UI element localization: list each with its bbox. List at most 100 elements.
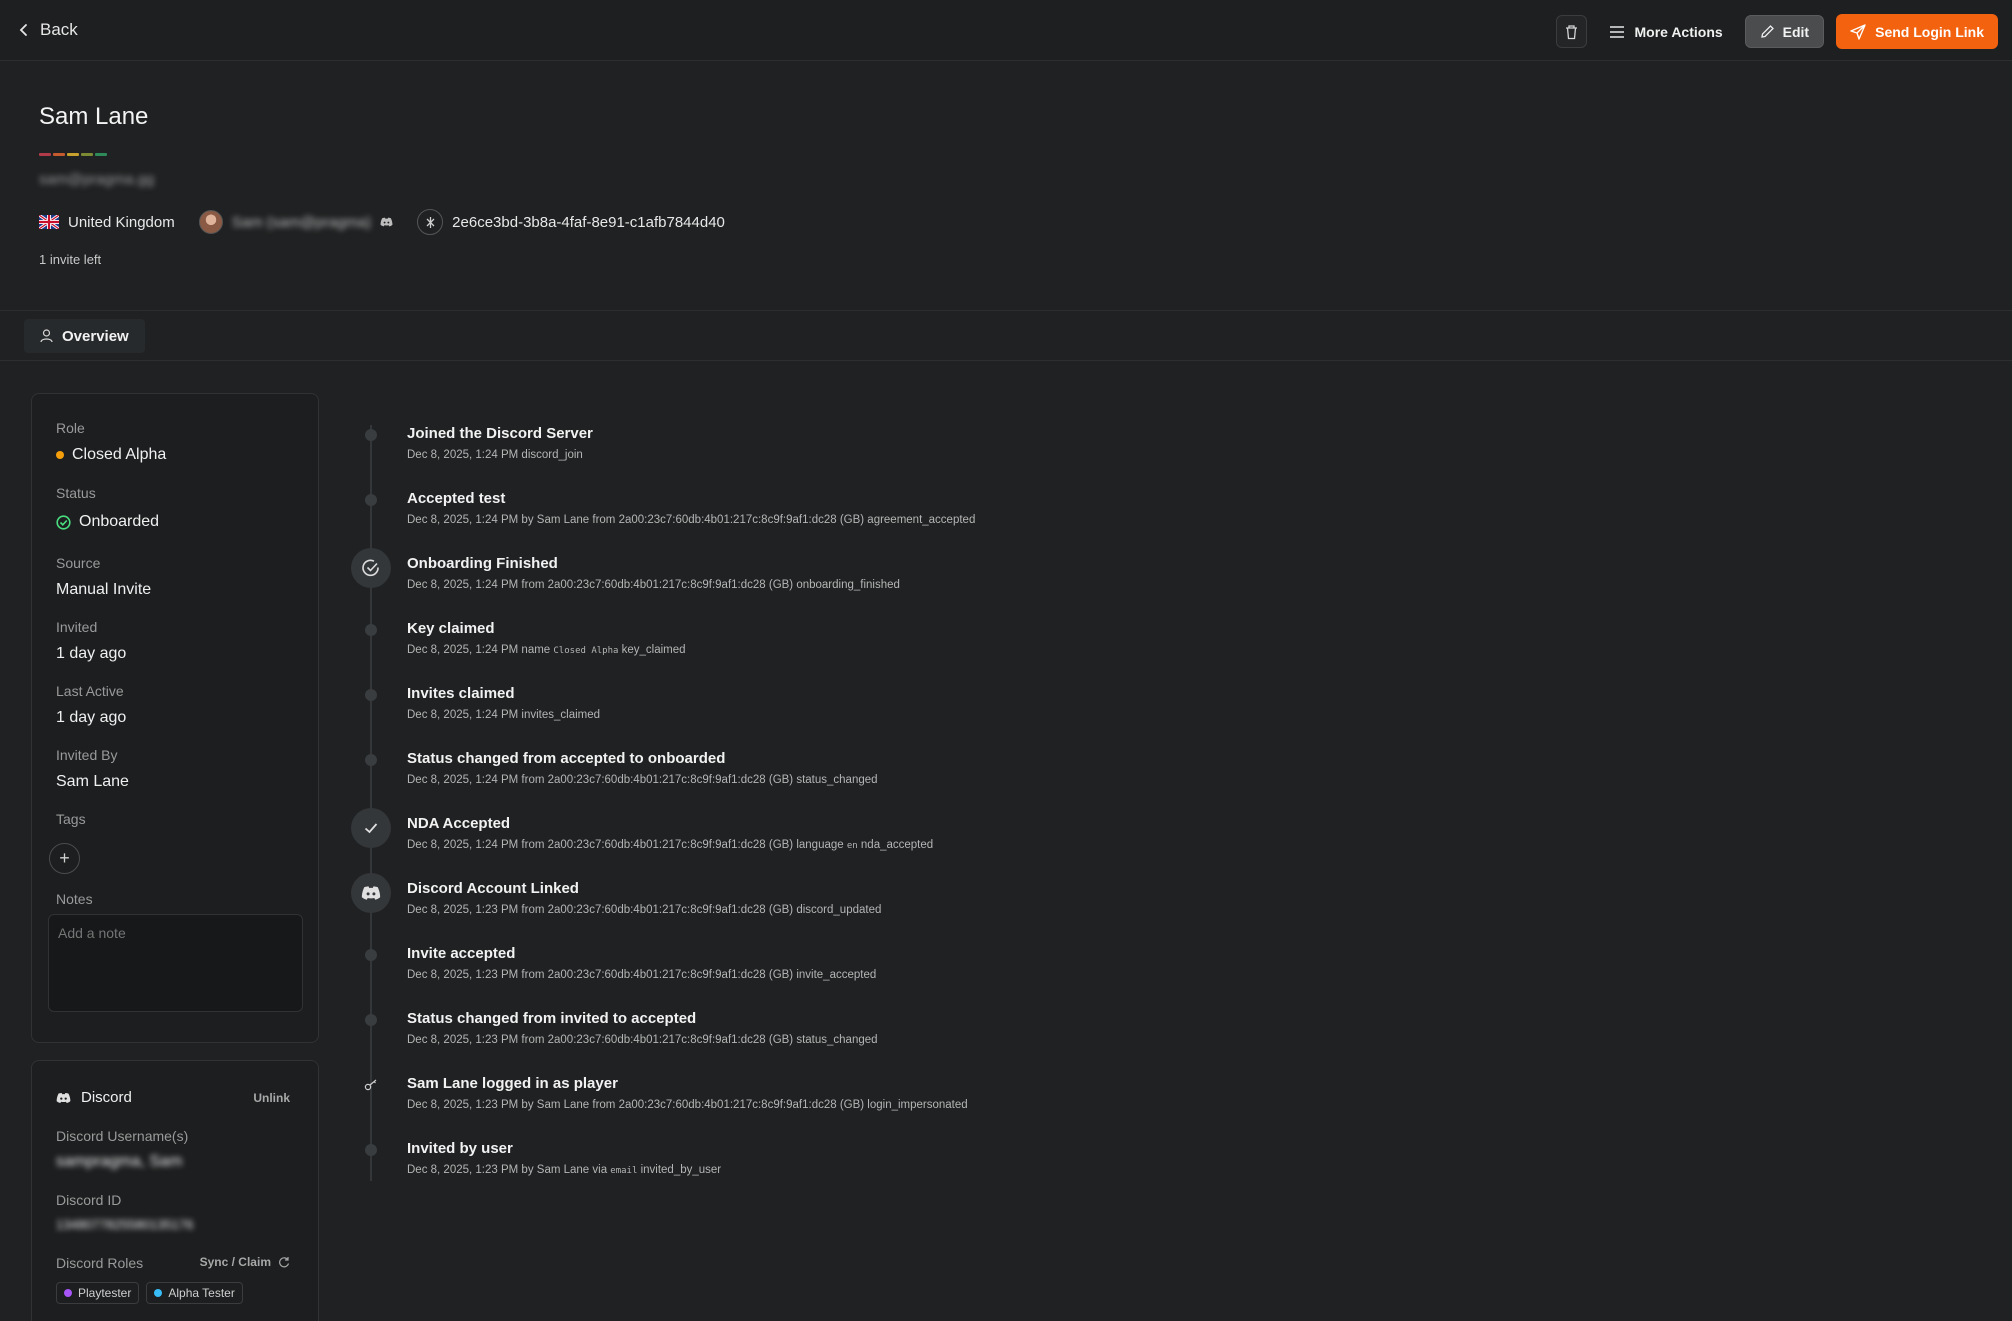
timeline-event-desc: Dec 8, 2025, 1:24 PM by Sam Lane from 2a…: [407, 514, 976, 526]
country-label: United Kingdom: [68, 213, 175, 231]
role-text: Closed Alpha: [72, 446, 167, 463]
last-active-value: 1 day ago: [56, 709, 127, 726]
profile-header: Sam Lane sam@pragma.gg United Kingdom Sa…: [0, 61, 2012, 311]
unlink-button[interactable]: Unlink: [253, 1091, 290, 1105]
delete-button[interactable]: [1555, 15, 1587, 48]
timeline-event: Discord Account Linked Dec 8, 2025, 1:23 …: [351, 873, 1452, 930]
timeline-event-title: Invited by user: [407, 1140, 513, 1157]
role-tag-playtester: Playtester: [56, 1282, 140, 1304]
timeline-event: Status changed from accepted to onboarde…: [352, 750, 1452, 800]
timeline-dot: [365, 494, 377, 506]
sync-claim-button[interactable]: Sync / Claim: [200, 1255, 290, 1269]
invites-left: 1 invite left: [39, 252, 102, 267]
timeline-event-title: Discord Account Linked: [407, 880, 579, 897]
notes-label: Notes: [56, 891, 93, 907]
role-color-dot: [56, 451, 64, 459]
timeline-event: Onboarding Finished Dec 8, 2025, 1:24 PM …: [351, 548, 1452, 605]
status-value[interactable]: Onboarded: [56, 513, 159, 531]
timeline-event-title: Invite accepted: [407, 945, 516, 962]
timeline-event-desc: Dec 8, 2025, 1:23 PM by Sam Lane from 2a…: [407, 1099, 968, 1111]
tab-overview[interactable]: Overview: [24, 319, 145, 353]
status-label: Status: [56, 485, 96, 501]
tags-label: Tags: [56, 811, 86, 827]
key-icon: [364, 1079, 377, 1091]
timeline-event-desc: Dec 8, 2025, 1:23 PM from 2a00:23c7:60db…: [407, 969, 877, 981]
invited-by-label: Invited By: [56, 747, 118, 763]
timeline-icon-check-circle: [351, 548, 391, 588]
more-actions-button[interactable]: More Actions: [1599, 15, 1733, 48]
edit-button[interactable]: Edit: [1744, 15, 1825, 48]
discord-usernames-label: Discord Username(s): [56, 1128, 189, 1144]
discord-icon: [56, 1092, 71, 1103]
desc-text: Dec 8, 2025, 1:24 PM from 2a00:23c7:60db…: [407, 839, 847, 851]
notes-input[interactable]: [48, 914, 303, 1012]
back-button[interactable]: Back: [18, 20, 78, 40]
send-icon: [1850, 23, 1866, 40]
timeline-dot: [365, 1014, 377, 1026]
timeline-event-title: NDA Accepted: [407, 815, 511, 832]
top-bar: Back More Actions Edit Send Login Link: [0, 0, 2012, 61]
timeline-event-desc: Dec 8, 2025, 1:24 PM from 2a00:23c7:60db…: [407, 579, 900, 591]
player-id[interactable]: 2e6ce3bd-3b8a-4faf-8e91-c1afb7844d40: [417, 209, 725, 235]
player-email: sam@pragma.gg: [39, 171, 155, 188]
timeline-event: Joined the Discord Server Dec 8, 2025, 1:…: [352, 425, 1452, 475]
send-login-link-button[interactable]: Send Login Link: [1836, 14, 1998, 49]
timeline-event-desc: Dec 8, 2025, 1:23 PM from 2a00:23c7:60db…: [407, 904, 882, 916]
player-id-value: 2e6ce3bd-3b8a-4faf-8e91-c1afb7844d40: [452, 213, 725, 231]
timeline-event-title: Status changed from accepted to onboarde…: [407, 750, 726, 767]
menu-icon: [1609, 25, 1624, 38]
invited-label: Invited: [56, 619, 98, 635]
color-bar-segment: [95, 153, 107, 156]
timeline-event-desc: Dec 8, 2025, 1:23 PM by Sam Lane via ema…: [407, 1164, 721, 1176]
check-circle-icon: [362, 559, 379, 577]
color-bar-segment: [39, 153, 51, 156]
discord-display-name: Sam (sam@pragma): [231, 213, 372, 231]
timeline-dot: [365, 429, 377, 441]
invited-by-value: Sam Lane: [56, 773, 129, 790]
user-icon: [40, 329, 53, 343]
timeline-event-title: Joined the Discord Server: [407, 425, 593, 442]
timeline-event: NDA Accepted Dec 8, 2025, 1:24 PM from 2a…: [351, 808, 1452, 865]
timeline-event-title: Invites claimed: [407, 685, 515, 702]
desc-text: nda_accepted: [857, 839, 934, 851]
desc-text: Dec 8, 2025, 1:23 PM by Sam Lane via: [407, 1164, 611, 1176]
discord-roles-label: Discord Roles: [56, 1255, 144, 1271]
plus-icon: +: [59, 848, 70, 868]
role-tag-label: Alpha Tester: [168, 1286, 235, 1300]
avatar: [198, 210, 223, 234]
check-icon: [364, 823, 378, 834]
profile-meta: United Kingdom Sam (sam@pragma) 2e6ce3bd…: [39, 209, 725, 235]
desc-code: Closed Alpha: [553, 646, 619, 656]
role-label: Role: [56, 420, 85, 436]
pencil-icon: [1760, 25, 1774, 38]
uk-flag-icon: [39, 215, 59, 229]
timeline-event-title: Status changed from invited to accepted: [407, 1010, 697, 1027]
timeline-icon-key: [363, 1077, 379, 1093]
role-value[interactable]: Closed Alpha: [56, 446, 166, 464]
discord-icon: [380, 217, 393, 227]
timeline-event-desc: Dec 8, 2025, 1:24 PM discord_join: [407, 449, 583, 461]
color-bar-segment: [53, 153, 65, 156]
timeline-event-desc: Dec 8, 2025, 1:24 PM from 2a00:23c7:60db…: [407, 774, 878, 786]
timeline-dot: [365, 754, 377, 766]
timeline-dot: [365, 689, 377, 701]
desc-text: invited_by_user: [637, 1164, 722, 1176]
desc-text: Dec 8, 2025, 1:24 PM name: [407, 644, 554, 656]
player-name: Sam Lane: [39, 103, 149, 130]
role-tag-label: Playtester: [78, 1286, 132, 1300]
timeline-event-title: Onboarding Finished: [407, 555, 558, 572]
discord-role-tags: Playtester Alpha Tester: [56, 1282, 243, 1304]
discord-usernames-value: sampragma, Sam: [56, 1153, 183, 1170]
edit-label: Edit: [1782, 23, 1810, 40]
discord-user[interactable]: Sam (sam@pragma): [198, 210, 393, 234]
tab-overview-label: Overview: [62, 327, 129, 345]
timeline-event: Accepted test Dec 8, 2025, 1:24 PM by Sam…: [352, 490, 1452, 540]
source-label: Source: [56, 555, 101, 571]
timeline-event-desc: Dec 8, 2025, 1:24 PM name Closed Alpha k…: [407, 644, 686, 656]
timeline-event: Sam Lane logged in as player Dec 8, 2025,…: [352, 1075, 1452, 1125]
timeline-event-desc: Dec 8, 2025, 1:24 PM invites_claimed: [407, 709, 601, 721]
timeline-event-title: Sam Lane logged in as player: [407, 1075, 618, 1092]
discord-icon: [361, 886, 381, 900]
add-tag-button[interactable]: +: [49, 843, 80, 874]
id-icon: [417, 209, 444, 235]
